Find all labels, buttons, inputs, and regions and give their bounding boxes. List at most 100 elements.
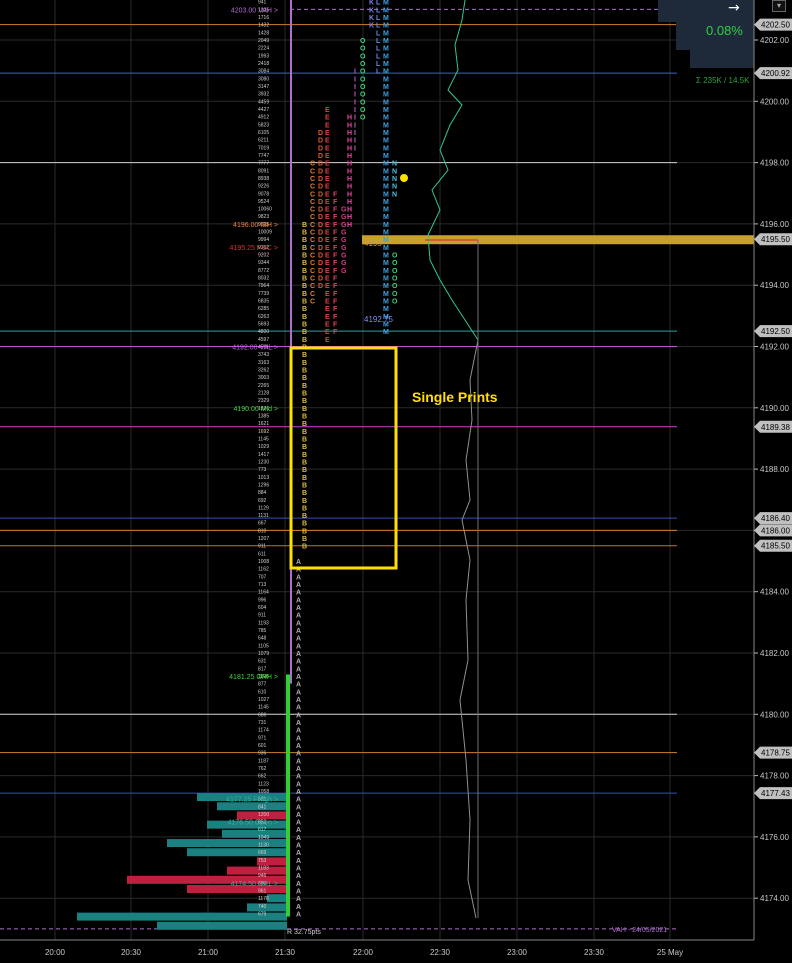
volume-number: 740 — [258, 904, 267, 910]
tpo-letter: D — [318, 168, 323, 175]
tpo-letter: M — [383, 23, 389, 30]
volume-number: 1993 — [258, 53, 269, 59]
tpo-letter: K — [369, 0, 374, 7]
volume-number: 4912 — [258, 115, 269, 121]
price-marker-label: 4177.43 — [761, 789, 790, 798]
volume-number: 9524 — [258, 199, 269, 205]
tpo-letter: E — [325, 237, 330, 244]
volume-number: 1049 — [258, 835, 269, 841]
poc-band — [362, 235, 754, 245]
time-tick-label: 20:00 — [45, 948, 66, 957]
tpo-letter: B — [302, 398, 307, 405]
tpo-letter: F — [333, 291, 338, 298]
tpo-letter: A — [296, 789, 301, 796]
volume-number: 1130 — [258, 843, 269, 849]
tpo-letter: B — [302, 329, 307, 336]
volume-number: 6835 — [258, 299, 269, 305]
volume-number: 1428 — [258, 30, 269, 36]
tpo-letter: E — [325, 253, 330, 260]
tpo-letter: B — [302, 452, 307, 459]
volume-bar — [247, 903, 287, 912]
tpo-letter: M — [383, 107, 389, 114]
volume-number: 669 — [258, 850, 267, 856]
price-tick-label: 4176.00 — [760, 833, 789, 842]
volume-number: 9202 — [258, 253, 269, 259]
tpo-letter: B — [302, 375, 307, 382]
tpo-letter: E — [325, 245, 330, 252]
time-tick-label: 25 May — [657, 948, 683, 957]
tpo-letter: M — [383, 92, 389, 99]
volume-number: 611 — [258, 551, 266, 557]
volume-number: 10060 — [258, 207, 272, 213]
tpo-letter: B — [302, 352, 307, 359]
volume-number: 5823 — [258, 122, 269, 128]
tpo-letter: B — [302, 482, 307, 489]
tpo-letter: M — [383, 176, 389, 183]
tpo-letter: M — [383, 276, 389, 283]
arrow-right-icon[interactable]: → — [728, 0, 740, 16]
tpo-letter: M — [383, 245, 389, 252]
tpo-letter: A — [296, 812, 301, 819]
tpo-letter: D — [318, 268, 323, 275]
volume-number: 3084 — [258, 69, 269, 75]
volume-number: 1200 — [258, 812, 269, 818]
tpo-letter: M — [383, 46, 389, 53]
chart-menu-button[interactable]: ▾ — [772, 0, 786, 12]
single-prints-label: Single Prints — [412, 389, 498, 405]
tpo-letter: N — [392, 176, 397, 183]
tpo-letter: E — [325, 322, 330, 329]
tpo-letter: B — [302, 498, 307, 505]
tpo-letter: C — [310, 199, 315, 206]
tpo-letter: A — [296, 866, 301, 873]
tpo-letter: O — [392, 276, 398, 283]
tpo-letter: M — [383, 230, 389, 237]
tpo-letter: E — [325, 115, 330, 122]
tpo-letter: M — [383, 153, 389, 160]
tpo-letter: C — [310, 184, 315, 191]
volume-number: 1183 — [258, 866, 269, 872]
tpo-letter: C — [310, 207, 315, 214]
volume-number: 773 — [258, 467, 267, 473]
volume-bar — [157, 921, 287, 930]
tpo-letter: M — [383, 61, 389, 68]
tpo-letter: D — [318, 145, 323, 152]
volume-number: 1178 — [258, 896, 269, 902]
tpo-letter: H — [347, 207, 352, 214]
tpo-letter: M — [383, 76, 389, 83]
tpo-letter: O — [360, 46, 366, 53]
tpo-letter: I — [354, 130, 356, 137]
level-label: 4174.50 ORL > — [231, 881, 278, 888]
tpo-letter: B — [302, 283, 307, 290]
tpo-letter: B — [302, 413, 307, 420]
tpo-letter: C — [310, 176, 315, 183]
tpo-letter: A — [296, 797, 301, 804]
delta-curves — [425, 0, 479, 919]
tpo-letter: H — [347, 115, 352, 122]
tpo-letter: F — [333, 237, 338, 244]
tpo-letter: F — [333, 222, 338, 229]
volume-number: 9226 — [258, 184, 269, 190]
tpo-letter: I — [354, 115, 356, 122]
annotations: Single Prints 0.08% Σ 235K / 14.5K 4195 … — [287, 0, 750, 936]
tpo-letter: C — [310, 222, 315, 229]
volume-number: 604 — [258, 605, 267, 611]
volume-number: 2049 — [258, 38, 269, 44]
tpo-letter: A — [296, 889, 301, 896]
tpo-letter: D — [318, 199, 323, 206]
volume-bar — [187, 848, 287, 857]
volume-number: 9344 — [258, 260, 269, 266]
tpo-letter: I — [354, 122, 356, 129]
tpo-letter: M — [383, 253, 389, 260]
tpo-letter: E — [325, 191, 330, 198]
volume-number: 662 — [258, 774, 267, 780]
tpo-letter: E — [325, 161, 330, 168]
price-marker-label: 4186.40 — [761, 514, 790, 523]
price-marker-label: 4185.50 — [761, 542, 790, 551]
volume-number: 1105 — [258, 643, 269, 649]
volume-number: 4459 — [258, 99, 269, 105]
tpo-letter: C — [310, 260, 315, 267]
tpo-letter: C — [310, 253, 315, 260]
tpo-letter: O — [360, 69, 366, 76]
volume-number: 1145 — [258, 436, 269, 442]
volume-number: 971 — [258, 735, 267, 741]
